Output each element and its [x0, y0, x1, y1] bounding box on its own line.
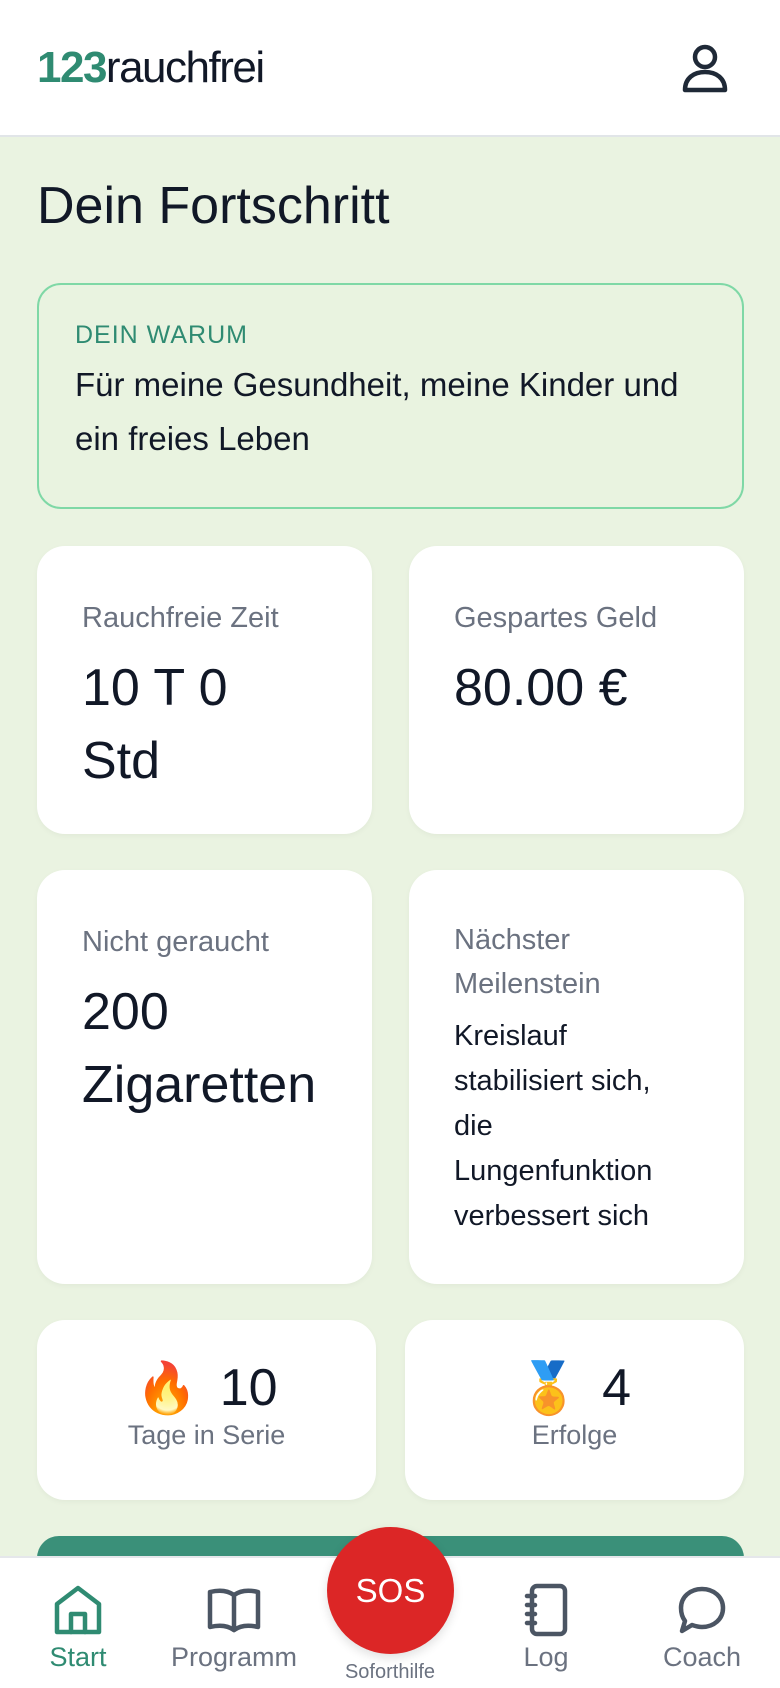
- nav-programm[interactable]: Programm: [164, 1582, 304, 1673]
- nav-coach-label: Coach: [662, 1642, 742, 1672]
- why-card: DEIN WARUM Für meine Gesundheit, meine K…: [37, 283, 744, 509]
- nav-start[interactable]: Start: [8, 1582, 148, 1673]
- not-smoked-label: Nicht geraucht: [82, 926, 269, 958]
- smoke-free-time-card: Rauchfreie Zeit 10 T 0 Std: [37, 546, 372, 834]
- logo-number: 123: [37, 42, 107, 92]
- money-saved-label: Gespartes Geld: [454, 602, 658, 634]
- streak-row: 🔥 10: [135, 1358, 277, 1418]
- next-milestone-label: Nächster Meilenstein: [454, 924, 601, 1000]
- nav-programm-label: Programm: [170, 1642, 298, 1672]
- logo-text: rauchfrei: [105, 42, 265, 92]
- sos-caption: Soforthilfe: [344, 1661, 436, 1683]
- why-text: Für meine Gesundheit, meine Kinder und e…: [75, 366, 679, 457]
- money-saved-value: 80.00 €: [454, 659, 628, 717]
- achievements-card[interactable]: 🏅 4 Erfolge: [405, 1320, 744, 1500]
- fire-icon: 🔥: [135, 1359, 198, 1416]
- sos-button[interactable]: SOS: [327, 1527, 454, 1654]
- not-smoked-value: 200 Zigaretten: [82, 983, 317, 1114]
- achievements-value: 4: [602, 1359, 632, 1417]
- smoke-free-time-value: 10 T 0 Std: [82, 659, 228, 790]
- nav-coach[interactable]: Coach: [632, 1582, 772, 1673]
- streak-label: Tage in Serie: [127, 1420, 286, 1450]
- user-icon: [682, 44, 728, 92]
- nav-log[interactable]: Log: [476, 1582, 616, 1673]
- achievements-row: 🏅 4: [518, 1358, 631, 1418]
- nav-log-label: Log: [523, 1642, 569, 1672]
- sos-button-label: SOS: [355, 1571, 426, 1609]
- nav-start-label: Start: [49, 1642, 107, 1672]
- book-icon: [206, 1582, 262, 1638]
- next-milestone-text: Kreislauf stabilisiert sich, die Lungenf…: [454, 1020, 653, 1232]
- app-logo[interactable]: 123 rauchfrei: [37, 42, 265, 93]
- streak-value: 10: [219, 1359, 278, 1417]
- profile-button[interactable]: [680, 41, 730, 95]
- money-saved-card: Gespartes Geld 80.00 €: [409, 546, 744, 834]
- achievements-label: Erfolge: [531, 1420, 618, 1450]
- streak-card[interactable]: 🔥 10 Tage in Serie: [37, 1320, 376, 1500]
- chat-bubble-icon: [674, 1582, 730, 1638]
- why-label: DEIN WARUM: [75, 321, 248, 349]
- smoke-free-time-label: Rauchfreie Zeit: [82, 602, 279, 634]
- medal-icon: 🏅: [517, 1359, 581, 1416]
- not-smoked-card: Nicht geraucht 200 Zigaretten: [37, 870, 372, 1284]
- app-header: 123 rauchfrei: [0, 0, 780, 137]
- notebook-icon: [518, 1582, 574, 1638]
- home-icon: [50, 1582, 106, 1638]
- next-milestone-card: Nächster Meilenstein Kreislauf stabilisi…: [409, 870, 744, 1284]
- page-title: Dein Fortschritt: [37, 177, 390, 235]
